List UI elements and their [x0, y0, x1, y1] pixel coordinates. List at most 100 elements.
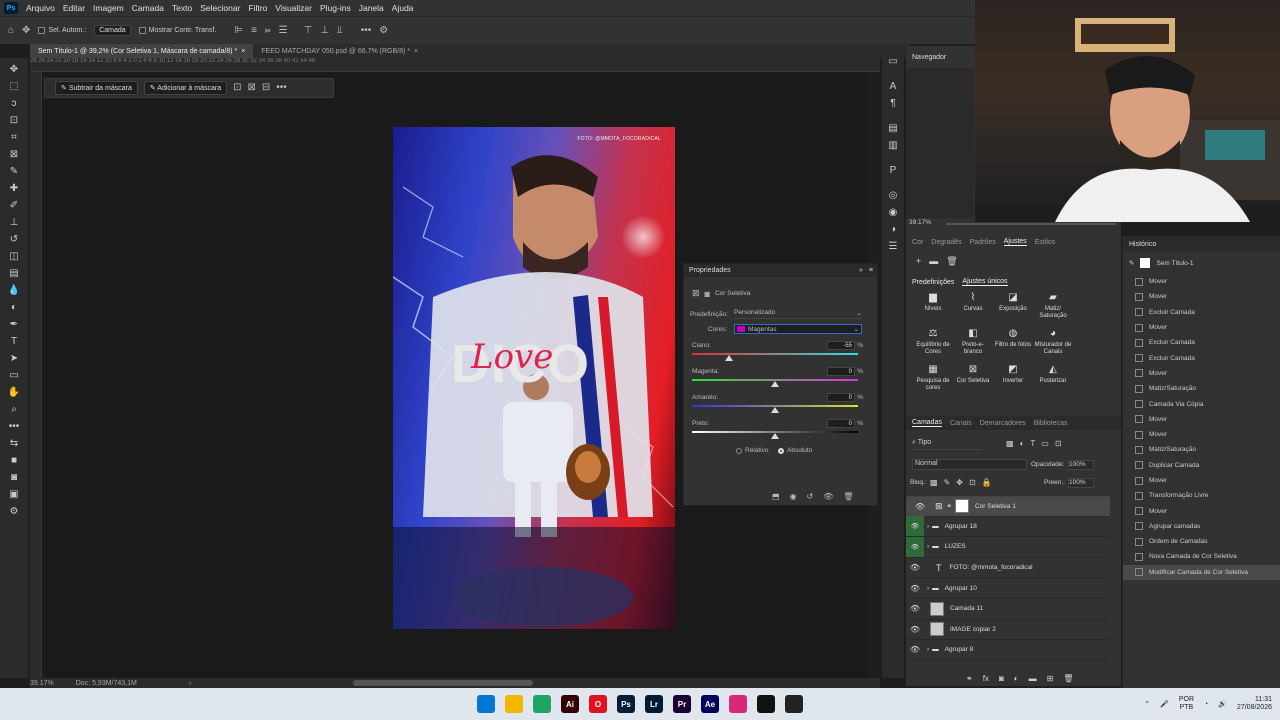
cyan-value[interactable]: -55 — [827, 341, 855, 350]
chevron-up-icon[interactable]: ⌃ — [1144, 700, 1150, 708]
paths-icon[interactable]: P — [890, 165, 897, 176]
adjustment-pesquisa[interactable]: ▦ Pesquisa de cores — [914, 365, 952, 392]
history-item[interactable]: Mover — [1123, 412, 1280, 427]
taskbar-app-opera-icon[interactable]: O — [589, 695, 607, 713]
fx-icon[interactable]: fx — [983, 674, 989, 683]
adjustment-inverter[interactable]: ◩ Inverter — [994, 365, 1032, 392]
layer-row[interactable]: 👁 › ▬ Agrupar 18 — [906, 516, 1110, 538]
more-options-icon[interactable]: ••• — [361, 25, 372, 36]
menu-imagem[interactable]: Imagem — [89, 3, 128, 13]
dodge-icon[interactable]: ◐ — [4, 300, 24, 314]
lock-paint-icon[interactable]: ✎ — [944, 478, 951, 487]
layer-filter-dropdown[interactable]: ⌕ Tipo — [912, 439, 982, 450]
add-icon[interactable]: + — [916, 256, 921, 267]
menu-visualizar[interactable]: Visualizar — [271, 3, 316, 13]
slider-thumb[interactable] — [771, 407, 779, 413]
generative-icon[interactable]: ⚙ — [4, 504, 24, 518]
absolute-radio[interactable]: Absoluto — [778, 447, 812, 454]
lock-artboard-icon[interactable]: ⊡ — [969, 478, 976, 487]
type-icon[interactable]: T — [4, 334, 24, 348]
subtract-from-mask-button[interactable]: ✎ Subtrair da máscara — [55, 81, 138, 95]
crop-icon[interactable]: ⌗ — [4, 130, 24, 144]
taskbar-app-instagram-icon[interactable] — [729, 695, 747, 713]
align-middle-icon[interactable]: ⊥ — [320, 25, 329, 36]
tab-predefinicoes[interactable]: Predefinições — [912, 279, 954, 286]
menu-arquivo[interactable]: Arquivo — [22, 3, 59, 13]
chain-link-icon[interactable]: ⚭ — [947, 502, 952, 510]
history-item[interactable]: Camada Via Cópia — [1123, 396, 1280, 411]
delete-layer-icon[interactable]: 🗑 — [1063, 674, 1073, 683]
navigator-zoom[interactable]: 39.17% — [909, 219, 931, 226]
auto-select-checkbox[interactable]: Sel. Autom.: — [38, 27, 86, 34]
yellow-value[interactable]: 0 — [827, 393, 855, 402]
adjustment-exposicao[interactable]: ◪ Exposição — [994, 293, 1032, 320]
tab-sem-titulo[interactable]: Sem Título-1 @ 39,2% (Cor Seletiva 1, Má… — [30, 44, 254, 58]
align-left-icon[interactable]: ⊫ — [234, 25, 243, 36]
layer-row[interactable]: 👁 › ▬ Agrupar 10 — [906, 578, 1110, 599]
status-arrow[interactable]: › — [189, 680, 191, 687]
adjustment-cor-seletiva[interactable]: ⊠ Cor Seletiva — [954, 365, 992, 392]
folder-icon[interactable]: ▬ — [929, 256, 938, 267]
eyedropper-icon[interactable]: ✎ — [4, 164, 24, 178]
history-brush-icon[interactable]: ↺ — [4, 232, 24, 246]
navigator-zoom-slider[interactable] — [946, 223, 1116, 225]
layer-row[interactable]: 👁 IMAGE copiar 2 — [906, 620, 1110, 641]
history-item[interactable]: Matiz/Saturação — [1123, 442, 1280, 457]
mask-more-icon[interactable]: ••• — [276, 83, 287, 93]
mask-invert-icon[interactable]: ⊠ — [247, 83, 255, 93]
history-item[interactable]: Matiz/Saturação — [1123, 381, 1280, 396]
volume-icon[interactable]: 🔊 — [1218, 700, 1227, 708]
clip-icon[interactable]: ⬒ — [772, 492, 780, 501]
align-right-icon[interactable]: ⫢ — [265, 25, 271, 36]
slider-thumb[interactable] — [725, 355, 734, 361]
mask-refine-icon[interactable]: ⊡ — [233, 83, 241, 93]
adjustment-curvas[interactable]: ⌇ Curvas — [954, 293, 992, 320]
slider-thumb[interactable] — [771, 433, 779, 439]
menu-selecionar[interactable]: Selecionar — [196, 3, 244, 13]
paragraph-icon[interactable]: ¶ — [890, 98, 895, 109]
tab-estilos[interactable]: Estilos — [1035, 239, 1056, 246]
tab-camadas[interactable]: Camadas — [912, 419, 942, 427]
colors-dropdown[interactable]: Magentas ⌄ — [734, 324, 862, 334]
history-item[interactable]: Mover — [1123, 289, 1280, 304]
adjustment-matiz[interactable]: ▰ Matiz/ Saturação — [1034, 293, 1072, 320]
trash-icon[interactable]: 🗑 — [946, 256, 957, 267]
lock-pixels-icon[interactable]: ▩ — [930, 478, 938, 487]
visibility-icon[interactable]: 👁 — [823, 492, 833, 501]
taskbar-app-illustrator-icon[interactable]: Ai — [561, 695, 579, 713]
comment-icon[interactable]: ▭ — [888, 56, 897, 67]
magenta-value[interactable]: 0 — [827, 367, 855, 376]
history-item[interactable]: Mover — [1123, 320, 1280, 335]
adjustment-preto-branco[interactable]: ◧ Preto-e-branco — [954, 329, 992, 356]
stamp-icon[interactable]: ⊥ — [4, 215, 24, 229]
history-item[interactable]: Mover — [1123, 366, 1280, 381]
adjust-sliders-icon[interactable]: ☰ — [889, 241, 898, 252]
menu-plugins[interactable]: Plug-ins — [316, 3, 355, 13]
tab-bibliotecas[interactable]: Bibliotecas — [1034, 420, 1068, 427]
taskbar-app-premiere-icon[interactable]: Pr — [673, 695, 691, 713]
trash-icon[interactable]: 🗑 — [843, 492, 853, 501]
pixel-filter-icon[interactable]: ▩ — [1006, 439, 1014, 448]
align-center-icon[interactable]: ≡ — [251, 25, 257, 36]
visibility-eye-icon[interactable]: 👁 — [906, 516, 924, 537]
auto-select-box[interactable] — [38, 27, 46, 34]
history-item[interactable]: Transformação Livre — [1123, 488, 1280, 503]
eraser-icon[interactable]: ◫ — [4, 249, 24, 263]
tab-close-icon[interactable]: × — [414, 48, 418, 55]
visibility-eye-icon[interactable]: 👁 — [906, 536, 924, 557]
visibility-eye-icon[interactable]: 👁 — [906, 625, 924, 634]
foreground-color-icon[interactable]: ■ — [4, 453, 24, 467]
horizontal-scrollbar[interactable] — [353, 680, 534, 686]
frame-icon[interactable]: ⊠ — [4, 147, 24, 161]
adjust-filter-icon[interactable]: ◐ — [1020, 439, 1025, 448]
menu-janela[interactable]: Janela — [355, 3, 388, 13]
tab-padroes[interactable]: Padrões — [970, 239, 996, 246]
history-item[interactable]: Excluir Camada — [1123, 350, 1280, 365]
add-mask-icon[interactable]: ◙ — [999, 674, 1004, 683]
visibility-eye-icon[interactable]: 👁 — [911, 502, 929, 511]
adjustment-niveis[interactable]: ▆ Níveis — [914, 293, 952, 320]
microphone-icon[interactable]: 🎤 — [1160, 700, 1169, 708]
tab-demarcadores[interactable]: Demarcadores — [980, 420, 1026, 427]
fill-value[interactable]: 100% — [1068, 478, 1094, 488]
taskbar-app-explorer-icon[interactable] — [505, 695, 523, 713]
